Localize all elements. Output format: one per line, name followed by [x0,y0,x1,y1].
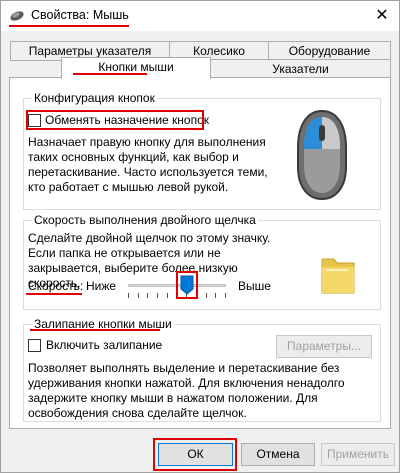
click-lock-description: Позволяет выполнять выделение и перетаск… [28,361,345,420]
slider-tick [128,293,129,298]
double-click-title: Скорость выполнения двойного щелчка [32,213,258,227]
speed-highlight-line [26,293,82,295]
swap-description: Назначает правую кнопку для выполнения т… [28,135,268,194]
click-lock-checkbox[interactable] [28,339,41,352]
tab-hardware[interactable]: Оборудование [268,41,391,61]
click-lock-group: Залипание кнопки мыши Включить залипание… [23,317,381,422]
slider-highlight-box [175,271,198,299]
tab-mouse-buttons-label: Кнопки мыши [98,60,174,74]
button-config-group: Конфигурация кнопок Обменять назначение … [23,91,381,210]
slider-tick [225,293,226,298]
tab-pointers[interactable]: Указатели [210,59,391,79]
close-button[interactable]: ✕ [371,5,393,27]
click-lock-highlight-line [30,329,160,331]
title-bar: Свойства: Мышь ✕ [1,1,399,31]
title-highlight-line [9,25,129,27]
mouse-icon [10,11,24,21]
apply-button[interactable]: Применить [321,443,395,466]
slider-tick [167,293,168,298]
speed-label: Скорость: [28,279,84,293]
speed-fast-label: Выше [238,279,271,293]
slider-tick [138,293,139,298]
window-title: Свойства: Мышь [31,8,129,22]
slider-tick [147,293,148,298]
swap-highlight-box [26,110,204,130]
tab-highlight-line [73,73,147,75]
button-config-title: Конфигурация кнопок [32,91,157,105]
tab-mouse-buttons[interactable]: Кнопки мыши [61,57,211,79]
mouse-illustration-icon [297,109,347,201]
click-lock-label[interactable]: Включить залипание [46,338,162,353]
slider-tick [157,293,158,298]
click-lock-settings-button[interactable]: Параметры... [276,335,372,358]
speed-slow-label: Ниже [86,279,117,293]
cancel-button[interactable]: Отмена [241,443,315,466]
mouse-properties-window: Свойства: Мышь ✕ Параметры указателя Кол… [0,0,400,473]
slider-tick [206,293,207,298]
slider-tick [215,293,216,298]
tab-panel: Конфигурация кнопок Обменять назначение … [9,77,391,429]
ok-highlight-box [153,438,237,471]
double-click-group: Скорость выполнения двойного щелчка Сдел… [23,213,381,310]
test-folder-icon[interactable] [318,251,358,297]
